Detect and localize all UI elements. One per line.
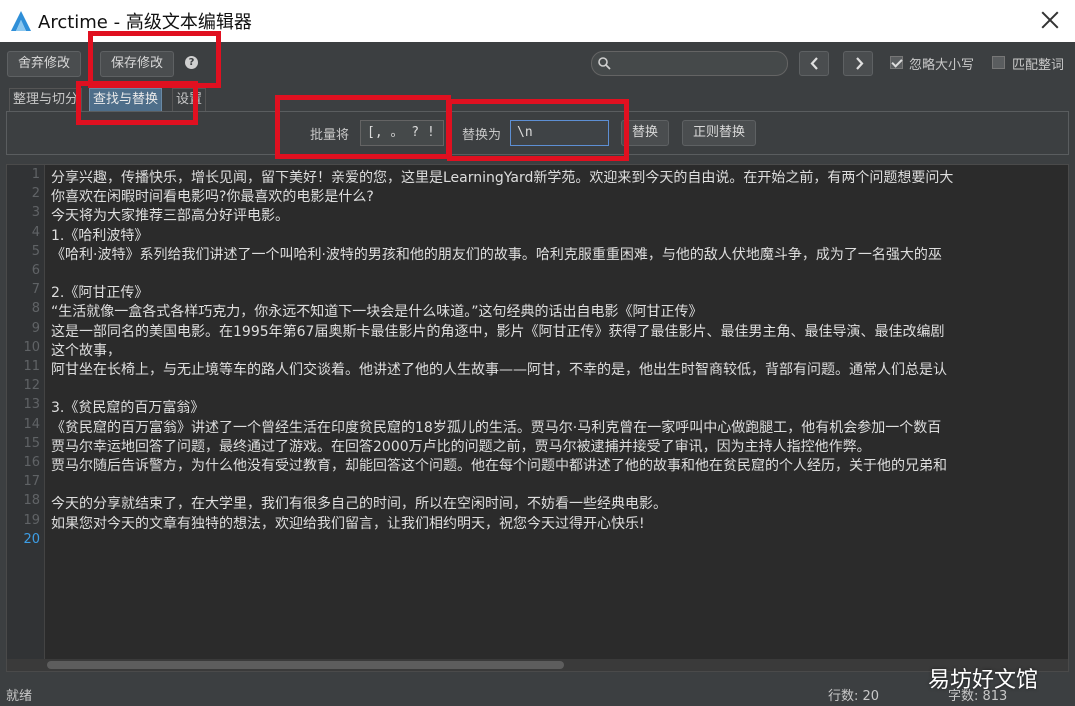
line-number: 7 <box>31 282 40 298</box>
editor-line[interactable]: 今天的分享就结束了，在大学里，我们有很多自己的时间，所以在空闲时间，不妨看一些经… <box>51 493 667 513</box>
chevron-left-icon <box>810 57 818 70</box>
editor-line[interactable]: 这个故事， <box>51 340 121 360</box>
whole-word-checkbox[interactable] <box>992 56 1005 69</box>
whole-word-label: 匹配整词 <box>1012 58 1065 73</box>
line-number: 11 <box>23 359 40 374</box>
editor-line[interactable]: 如果您对今天的文章有独特的想法，欢迎给我们留言，让我们相约明天，祝您今天过得开心… <box>51 513 645 533</box>
editor-line[interactable]: 阿甘坐在长椅上，与无止境等车的路人们交谈着。他讲述了他的人生故事——阿甘，不幸的… <box>51 359 947 379</box>
next-match-button[interactable] <box>843 51 873 76</box>
editor-line[interactable]: 3.《贫民窟的百万富翁》 <box>51 397 204 417</box>
help-icon[interactable]: ? <box>185 56 198 69</box>
search-icon <box>598 57 611 70</box>
editor-line[interactable]: 《贫民窟的百万富翁》讲述了一个曾经生活在印度贫民窟的18岁孤儿的生活。贾马尔·马… <box>51 417 941 437</box>
editor-line[interactable]: 今天将为大家推荐三部高分好评电影。 <box>51 205 289 225</box>
line-number-gutter: 1 2 3 4 5 6 7 8 9 10 11 12 13 14 15 16 17 18 19 20 <box>7 165 45 661</box>
replace-with-label: 替换为 <box>462 128 502 143</box>
status-bar: 就绪 行数: 20 字数: 813 <box>0 680 1075 706</box>
line-count: 行数: 20 <box>828 689 880 704</box>
close-icon[interactable] <box>1039 9 1061 31</box>
line-number: 3 <box>31 205 40 221</box>
previous-match-button[interactable] <box>799 51 829 76</box>
line-number: 16 <box>23 455 40 470</box>
editor-line[interactable]: 贾马尔随后告诉警方，为什么他没有受过教育，却能回答这个问题。他在每个问题中都讲述… <box>51 455 947 475</box>
save-changes-button[interactable]: 保存修改 <box>100 51 175 77</box>
horizontal-scrollbar[interactable] <box>7 659 1068 671</box>
line-number: 9 <box>31 320 40 336</box>
status-text: 就绪 <box>6 689 33 704</box>
line-number: 12 <box>23 378 40 394</box>
editor-line[interactable]: 《哈利·波特》系列给我们讲述了一个叫哈利·波特的男孩和他的朋友们的故事。哈利克服… <box>51 244 942 264</box>
batch-characters-input[interactable]: [, 。 ? ! ] <box>360 120 444 146</box>
editor-line[interactable]: 你喜欢在闲暇时间看电影吗?你最喜欢的电影是什么? <box>51 186 374 206</box>
editor-line[interactable]: “生活就像一盒各式各样巧克力，你永远不知道下一块会是什么味道。”这句经典的话出自… <box>51 301 703 321</box>
scrollbar-thumb[interactable] <box>47 661 564 669</box>
text-editor[interactable]: 1 2 3 4 5 6 7 8 9 10 11 12 13 14 15 16 17 18 19 20 分享兴趣，传播快… <box>6 164 1069 672</box>
ignore-case-checkbox[interactable] <box>890 56 903 69</box>
title-bar: Arctime - 高级文本编辑器 <box>0 0 1075 42</box>
arctime-logo-icon <box>11 11 31 31</box>
tab-settings[interactable]: 设置 <box>172 88 207 111</box>
line-number: 14 <box>23 416 40 432</box>
line-number: 10 <box>23 339 40 355</box>
line-number: 4 <box>31 224 40 240</box>
line-number: 2 <box>31 186 40 202</box>
tab-find-replace[interactable]: 查找与替换 <box>89 88 163 111</box>
watermark: 易坊好文馆 <box>928 668 1039 693</box>
editor-line[interactable]: 贾马尔幸运地回答了问题，最终通过了游戏。在回答2000万卢比的问题之前，贾马尔被… <box>51 436 871 456</box>
editor-line[interactable]: 这是一部同名的美国电影。在1995年第67届奥斯卡最佳影片的角逐中，影片《阿甘正… <box>51 321 944 341</box>
find-replace-panel: 批量将 [, 。 ? ! ] 替换为 \n 替换 正则替换 <box>6 111 1069 155</box>
line-number: 8 <box>31 301 40 317</box>
line-number: 13 <box>23 397 40 413</box>
line-number: 5 <box>31 243 40 259</box>
editor-line[interactable]: 分享兴趣，传播快乐，增长见闻，留下美好！亲爱的您，这里是LearningYard… <box>51 167 953 187</box>
line-number: 1 <box>31 167 40 182</box>
line-number: 20 <box>23 531 40 547</box>
line-number: 6 <box>31 263 40 278</box>
chevron-right-icon <box>856 57 864 70</box>
editor-line[interactable]: 2.《阿甘正传》 <box>51 282 148 302</box>
tab-bar: 整理与切分 查找与替换 设置 <box>0 88 1075 111</box>
replace-with-input[interactable]: \n <box>510 120 609 146</box>
search-input[interactable] <box>614 54 779 73</box>
discard-changes-button[interactable]: 舍弃修改 <box>7 51 82 77</box>
ignore-case-label: 忽略大小写 <box>909 58 975 73</box>
line-number: 15 <box>23 435 40 451</box>
window-title: Arctime - 高级文本编辑器 <box>38 12 252 33</box>
line-number: 17 <box>23 474 40 490</box>
tab-organize-split[interactable]: 整理与切分 <box>9 88 83 111</box>
editor-line[interactable]: 1.《哈利波特》 <box>51 225 148 245</box>
search-box[interactable] <box>591 51 788 76</box>
line-number: 19 <box>23 512 40 528</box>
line-number: 18 <box>23 493 40 509</box>
regex-replace-button[interactable]: 正则替换 <box>682 120 757 146</box>
replace-button[interactable]: 替换 <box>621 120 670 146</box>
toolbar: 舍弃修改 保存修改 ? 忽略大小写 匹配整词 <box>0 42 1075 88</box>
batch-label: 批量将 <box>310 128 350 143</box>
